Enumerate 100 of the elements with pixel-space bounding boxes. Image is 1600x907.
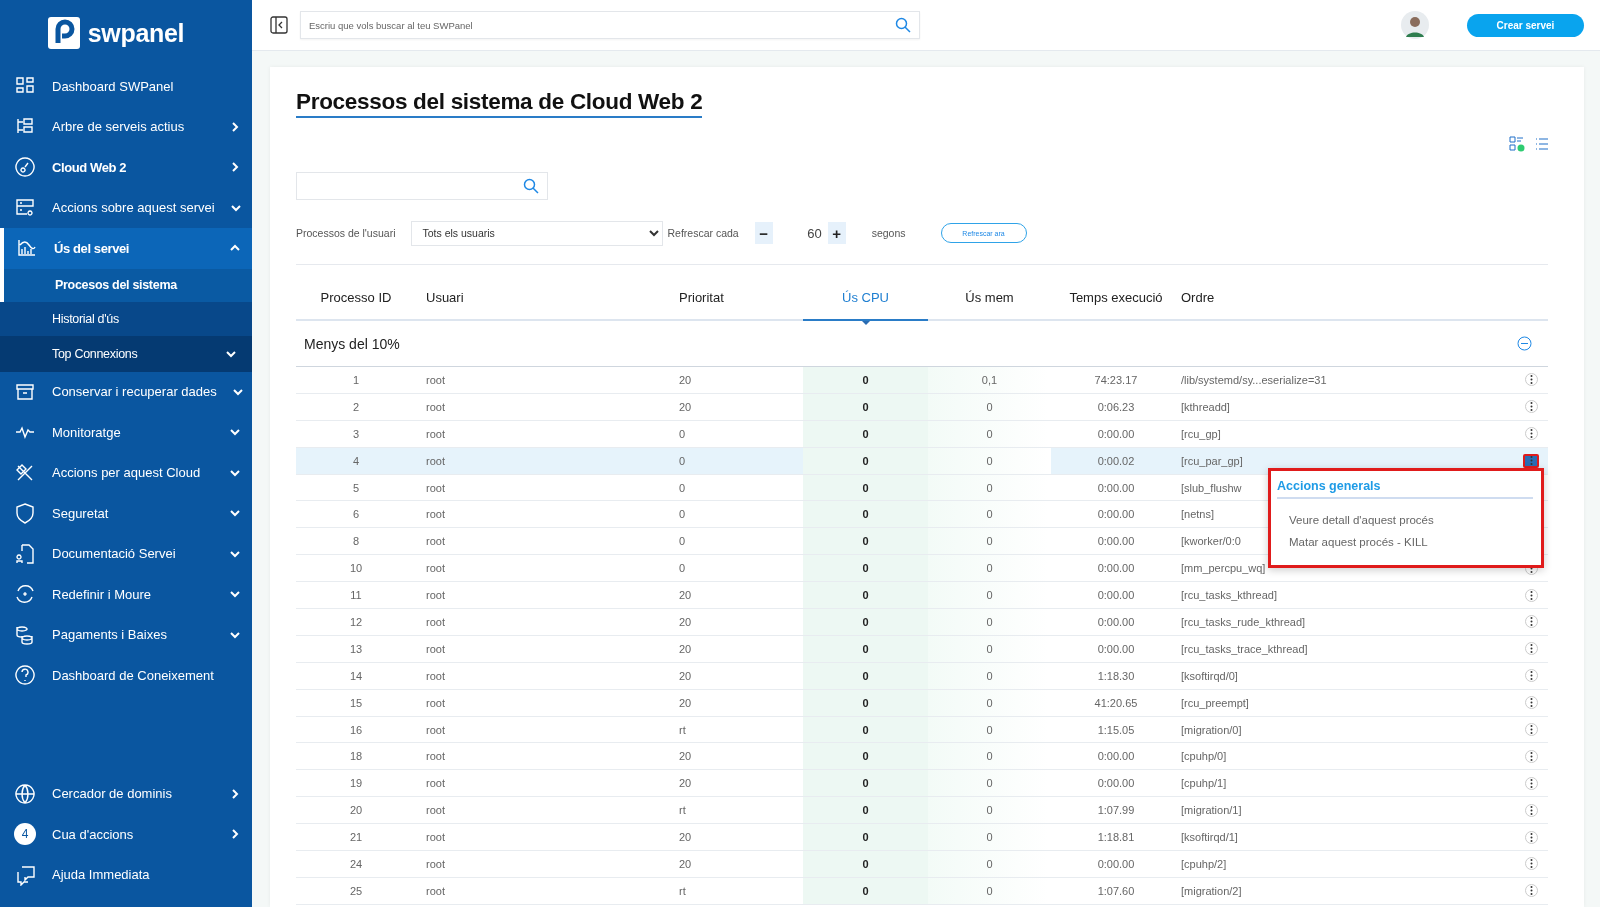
avatar[interactable] xyxy=(1401,11,1429,39)
column-header[interactable]: Processo ID xyxy=(296,283,416,319)
nav-icon xyxy=(14,623,36,646)
nav-icon xyxy=(14,583,36,606)
table-row[interactable]: 2 root 20 0 0 0:06.23 [kthreadd] xyxy=(296,393,1548,421)
user-cell-text: root xyxy=(425,641,446,657)
nav-item[interactable]: Dashboard de Coneixement xyxy=(0,655,252,696)
chevron-icon xyxy=(230,162,240,173)
table-row[interactable]: 12 root 20 0 0 0:00.00 [rcu_tasks_rude_kthread] xyxy=(296,609,1548,636)
user-cell-text: root xyxy=(425,534,446,550)
nav-icon xyxy=(14,542,36,565)
cpu-cell: 0 xyxy=(803,555,928,582)
decrement-button[interactable]: − xyxy=(754,222,773,244)
interval-field[interactable]: 60 xyxy=(772,225,828,241)
table-row[interactable]: 24 root 20 0 0 0:00.00 [cpuhp/2] xyxy=(296,851,1548,878)
priority-cell-text: 20 xyxy=(679,614,693,630)
table-row[interactable]: 15 root 20 0 0 41:20.65 [rcu_preempt] xyxy=(296,689,1548,717)
user-cell-text: root xyxy=(425,453,446,469)
table-row[interactable]: 13 root 20 0 0 0:00.00 [rcu_tasks_trace_kthread] xyxy=(296,635,1548,663)
command-cell: [cpuhp/2] xyxy=(1181,857,1227,870)
nav-item[interactable]: Seguretat xyxy=(0,493,252,534)
user-cell-text: root xyxy=(425,803,446,819)
priority-cell-text: 20 xyxy=(679,695,693,711)
nav-subitem[interactable]: Historial d'ús xyxy=(0,302,252,336)
process-id-cell-text: 8 xyxy=(351,534,361,550)
chevron-icon xyxy=(230,788,240,799)
user-cell-text: root xyxy=(425,856,446,872)
time-cell-text: 1:07.60 xyxy=(1096,883,1136,899)
table-row[interactable]: 21 root 20 0 0 1:18.81 [ksoftirqd/1] xyxy=(296,824,1548,852)
chevron-icon xyxy=(230,508,240,519)
nav-subitem[interactable]: Procesos del sistema xyxy=(0,268,252,302)
user-cell-text: root xyxy=(425,776,446,792)
user-select[interactable]: Tots els usuaris xyxy=(411,220,664,246)
more-icon xyxy=(1529,886,1533,896)
more-icon xyxy=(1529,832,1533,842)
priority-cell-text: 0 xyxy=(679,534,687,550)
user-cell-text: root xyxy=(425,507,446,523)
unit-label: segons xyxy=(871,227,906,239)
table-row[interactable]: 3 root 0 0 0 0:00.00 [rcu_gp] xyxy=(296,420,1548,448)
table-row[interactable]: 19 root 20 0 0 0:00.00 [cpuhp/1] xyxy=(296,770,1548,798)
column-header[interactable]: Ordre xyxy=(1181,283,1514,319)
time-cell-text: 0:00.00 xyxy=(1096,426,1136,442)
nav-item[interactable]: Ús del servei xyxy=(0,228,252,269)
column-header[interactable]: Temps execució xyxy=(1051,283,1181,319)
nav-item[interactable]: Cloud Web 2 xyxy=(0,147,252,188)
priority-cell-text: rt xyxy=(679,803,687,819)
cpu-cell: 0 xyxy=(803,851,928,877)
search-field[interactable]: Escriu que vols buscar al teu SWPanel xyxy=(300,11,920,39)
command-cell: [rcu_tasks_rude_kthread] xyxy=(1181,615,1306,628)
table-row[interactable]: 20 root rt 0 0 1:07.99 [migration/1] xyxy=(296,797,1548,825)
time-cell-text: 0:00.00 xyxy=(1096,614,1136,630)
process-id-cell-text: 1 xyxy=(351,372,361,388)
table-row[interactable]: 14 root 20 0 0 1:18.30 [ksoftirqd/0] xyxy=(296,662,1548,690)
nav-item[interactable]: Pagaments i Baixes xyxy=(0,614,252,655)
grid-view-icon[interactable] xyxy=(1509,136,1525,152)
table-row[interactable]: 16 root rt 0 0 1:15.05 [migration/0] xyxy=(296,716,1548,744)
table-row[interactable]: 1 root 20 0 0,1 74:23.17 /lib/systemd/sy...eserialize=31 xyxy=(296,367,1548,394)
priority-cell-text: 20 xyxy=(679,641,693,657)
cpu-cell: 0 xyxy=(803,582,928,608)
command-cell: [rcu_tasks_trace_kthread] xyxy=(1181,642,1308,655)
priority-cell-text: 20 xyxy=(679,749,693,765)
priority-cell-text: 20 xyxy=(679,372,693,388)
nav-item[interactable]: Cercador de dominis xyxy=(0,773,252,814)
nav-subitem[interactable]: Top Connexions xyxy=(0,335,252,372)
more-icon xyxy=(1529,671,1533,681)
process-id-cell-text: 15 xyxy=(348,695,364,711)
menu-item[interactable]: Matar aquest procés - KILL xyxy=(1277,530,1533,553)
menu-item[interactable]: Veure detall d'aquest procés xyxy=(1277,508,1533,531)
nav-item[interactable]: Ajuda Immediata xyxy=(0,854,252,895)
collapse-icon[interactable] xyxy=(1517,336,1532,351)
column-header[interactable]: Ús mem xyxy=(928,283,1051,319)
table-row[interactable]: 18 root 20 0 0 0:00.00 [cpuhp/0] xyxy=(296,743,1548,771)
time-cell-text: 0:00.00 xyxy=(1096,588,1136,604)
row-actions-button[interactable] xyxy=(1523,453,1539,468)
nav-item[interactable]: Monitoratge xyxy=(0,412,252,453)
nav-item[interactable]: Conservar i recuperar dades xyxy=(0,371,252,412)
table-row[interactable]: 11 root 20 0 0 0:00.00 [rcu_tasks_kthread] xyxy=(296,582,1548,609)
nav-item[interactable]: Redefinir i Moure xyxy=(0,574,252,615)
nav-item[interactable]: Accions sobre aquest servei xyxy=(0,187,252,228)
process-id-cell-text: 24 xyxy=(348,856,364,872)
nav-item[interactable]: Documentació Servei xyxy=(0,533,252,574)
time-cell-text: 0:00.00 xyxy=(1096,856,1136,872)
time-cell-text: 0:00.00 xyxy=(1096,749,1136,765)
user-cell-text: root xyxy=(425,883,446,899)
chevron-icon xyxy=(230,829,240,840)
command-cell: [ksoftirqd/1] xyxy=(1181,831,1238,844)
nav-item[interactable]: Arbre de serveis actius xyxy=(0,106,252,147)
table-row[interactable]: 25 root rt 0 0 1:07.60 [migration/2] xyxy=(296,877,1548,905)
search-field[interactable] xyxy=(296,172,548,200)
time-cell-text: 0:00.00 xyxy=(1096,480,1136,496)
nav-icon xyxy=(14,782,36,805)
nav-item[interactable]: Dashboard SWPanel xyxy=(0,66,252,107)
nav-item[interactable]: Accions per aquest Cloud xyxy=(0,452,252,493)
table-row[interactable]: 10 root 0 0 0 0:00.00 [mm_percpu_wq] xyxy=(296,555,1548,583)
more-icon xyxy=(1529,590,1533,600)
collapse-sidebar-button[interactable] xyxy=(270,16,288,34)
nav-item[interactable]: 4 Cua d'accions xyxy=(0,814,252,855)
command-cell: [cpuhp/1] xyxy=(1181,777,1227,790)
increment-button[interactable]: + xyxy=(827,222,846,244)
column-header[interactable]: Prioritat xyxy=(679,283,803,319)
